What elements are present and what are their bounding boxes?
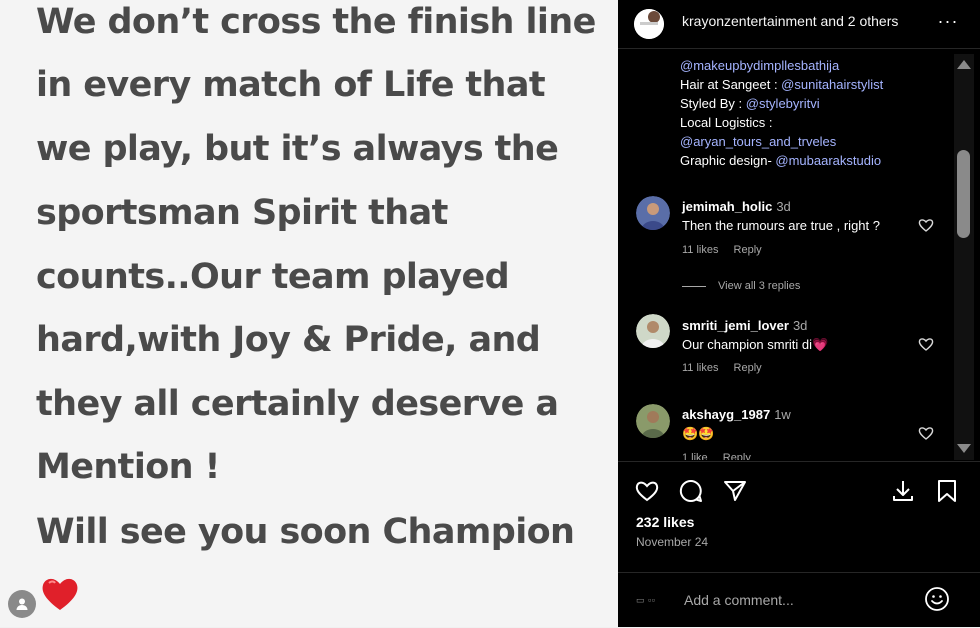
- comment-likes[interactable]: 11 likes: [682, 244, 718, 256]
- caption-line: @aryan_tours_and_trveles: [680, 134, 836, 149]
- comment-meta: 11 likes Reply: [682, 244, 774, 256]
- comment-like-heart-icon[interactable]: [918, 336, 934, 352]
- mention-link[interactable]: @sunitahairstylist: [781, 77, 883, 92]
- post-header: krayonzentertainment and 2 others ···: [618, 0, 980, 49]
- comment-meta: 1 like Reply: [682, 452, 763, 460]
- comment-likes[interactable]: 11 likes: [682, 362, 718, 374]
- image-caption-line: in every match of Life that: [36, 65, 546, 105]
- comment-text: Then the rumours are true , right ?: [682, 218, 880, 233]
- share-send-icon[interactable]: [722, 478, 748, 504]
- comment-time: 3d: [776, 199, 791, 214]
- poster-icon: ▭ ▫▫: [636, 595, 656, 605]
- comment-like-heart-icon[interactable]: [918, 217, 934, 233]
- caption-line: Graphic design- @mubaarakstudio: [680, 153, 882, 168]
- scroll-up-arrow-icon[interactable]: [957, 60, 971, 69]
- caption-line: @makeupbydimpllesbathija: [680, 58, 839, 73]
- post-author-names[interactable]: krayonzentertainment and 2 others: [682, 13, 898, 29]
- add-comment-input[interactable]: Add a comment...: [684, 592, 794, 608]
- author-avatar[interactable]: [634, 9, 664, 39]
- comment-time: 1w: [774, 407, 791, 422]
- post-date: November 24: [636, 535, 709, 549]
- image-caption-line: they all certainly deserve a: [36, 384, 559, 424]
- image-caption-line: We don’t cross the finish line: [36, 2, 596, 42]
- image-caption-line: Will see you soon Champion: [36, 512, 575, 552]
- reply-button[interactable]: Reply: [734, 244, 762, 256]
- reply-button[interactable]: Reply: [734, 362, 762, 374]
- heart-emoji-icon: [42, 578, 78, 610]
- comments-panel: krayonzentertainment and 2 others ··· @m…: [618, 0, 980, 627]
- mention-link[interactable]: @stylebyritvi: [746, 96, 820, 111]
- comment-like-heart-icon[interactable]: [918, 425, 934, 441]
- bookmark-save-icon[interactable]: [934, 478, 960, 504]
- mention-link[interactable]: @mubaarakstudio: [775, 153, 881, 168]
- comment-meta: 11 likes Reply: [682, 362, 774, 374]
- comment-text: 🤩🤩: [682, 426, 715, 441]
- scroll-down-arrow-icon[interactable]: [957, 444, 971, 453]
- scroll-thumb[interactable]: [957, 150, 970, 238]
- post-actions: 232 likes November 24: [618, 461, 980, 572]
- comment-username[interactable]: akshayg_1987 1w: [682, 407, 791, 422]
- comment-username[interactable]: jemimah_holic 3d: [682, 199, 791, 214]
- comment-text: Our champion smriti di💗: [682, 337, 829, 352]
- download-icon[interactable]: [890, 478, 916, 504]
- comment-username[interactable]: smriti_jemi_lover 3d: [682, 318, 807, 333]
- image-caption-line: counts..Our team played: [36, 257, 510, 297]
- comments-list: @makeupbydimpllesbathija Hair at Sangeet…: [618, 49, 980, 460]
- like-heart-icon[interactable]: [634, 478, 660, 504]
- add-comment-bar: ▭ ▫▫ Add a comment...: [618, 572, 980, 628]
- user-tag-icon[interactable]: [8, 590, 36, 618]
- commenter-avatar[interactable]: [636, 314, 670, 348]
- caption-line: Styled By : @stylebyritvi: [680, 96, 820, 111]
- emoji-picker-icon[interactable]: [924, 586, 950, 612]
- commenter-avatar[interactable]: [636, 404, 670, 438]
- comments-scrollbar[interactable]: [954, 54, 974, 460]
- image-caption-line: sportsman Spirit that: [36, 193, 448, 233]
- caption-line: Hair at Sangeet : @sunitahairstylist: [680, 77, 884, 92]
- reply-button[interactable]: Reply: [723, 452, 751, 460]
- comment-likes[interactable]: 1 like: [682, 452, 708, 460]
- replies-dash: [682, 285, 706, 287]
- image-caption-line: hard,with Joy & Pride, and: [36, 320, 541, 360]
- image-caption-line: Mention !: [36, 447, 221, 487]
- post-image: We don’t cross the finish line in every …: [0, 0, 618, 627]
- caption-line: Local Logistics :: [680, 115, 773, 130]
- comment-bubble-icon[interactable]: [678, 478, 704, 504]
- more-options-button[interactable]: ···: [936, 10, 960, 34]
- mention-link[interactable]: @aryan_tours_and_trveles: [680, 134, 836, 149]
- likes-count[interactable]: 232 likes: [636, 514, 694, 530]
- comment-time: 3d: [792, 318, 808, 333]
- mention-link[interactable]: @makeupbydimpllesbathija: [680, 58, 839, 73]
- view-replies-button[interactable]: View all 3 replies: [682, 280, 800, 292]
- image-caption-line: we play, but it’s always the: [36, 129, 559, 169]
- commenter-avatar[interactable]: [636, 196, 670, 230]
